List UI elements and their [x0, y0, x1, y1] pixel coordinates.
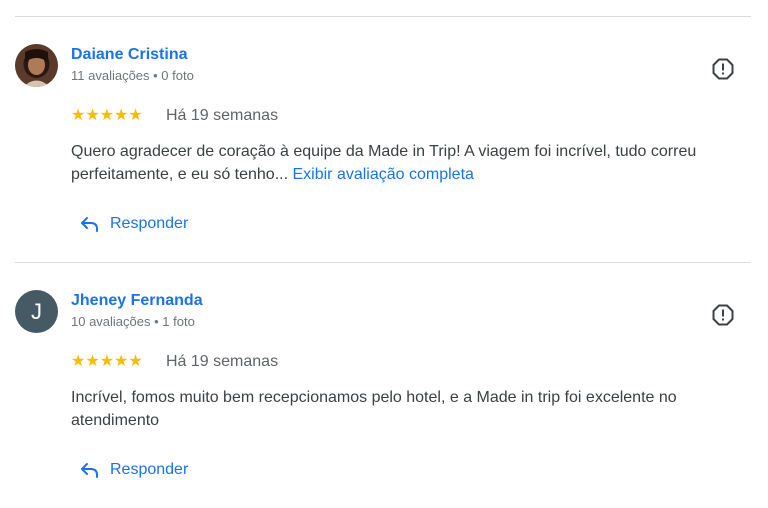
avatar-photo [15, 44, 58, 87]
show-full-review-link[interactable]: Exibir avaliação completa [292, 166, 473, 183]
review-text: Incrível, fomos muito bem recepcionamos … [71, 386, 741, 432]
star-rating: ★★★★★ [71, 353, 143, 370]
reply-label: Responder [110, 215, 189, 232]
review-card: Daiane Cristina 11 avaliações • 0 foto ★… [0, 16, 768, 262]
review-text-body: Incrível, fomos muito bem recepcionamos … [71, 389, 677, 429]
star-rating: ★★★★★ [71, 107, 143, 124]
reply-button[interactable]: Responder [80, 215, 188, 233]
avatar[interactable]: J [15, 290, 58, 333]
avatar-initial: J [31, 298, 42, 324]
review-time: Há 19 semanas [166, 353, 279, 370]
avatar[interactable] [15, 44, 58, 87]
review-author-name[interactable]: Daiane Cristina [71, 46, 187, 64]
review-author-meta: 10 avaliações • 1 foto [71, 314, 195, 329]
reply-arrow-icon [81, 463, 98, 478]
review-author-name[interactable]: Jheney Fernanda [71, 292, 203, 310]
review-time: Há 19 semanas [166, 107, 279, 124]
review-text: Quero agradecer de coração à equipe da M… [71, 140, 741, 186]
reply-label: Responder [110, 461, 189, 478]
report-flag-icon[interactable] [711, 303, 735, 327]
reply-button[interactable]: Responder [80, 461, 188, 479]
report-flag-icon[interactable] [711, 57, 735, 81]
review-card: J Jheney Fernanda 10 avaliações • 1 foto… [0, 262, 768, 508]
reply-arrow-icon [81, 217, 98, 232]
review-author-meta: 11 avaliações • 0 foto [71, 68, 194, 83]
